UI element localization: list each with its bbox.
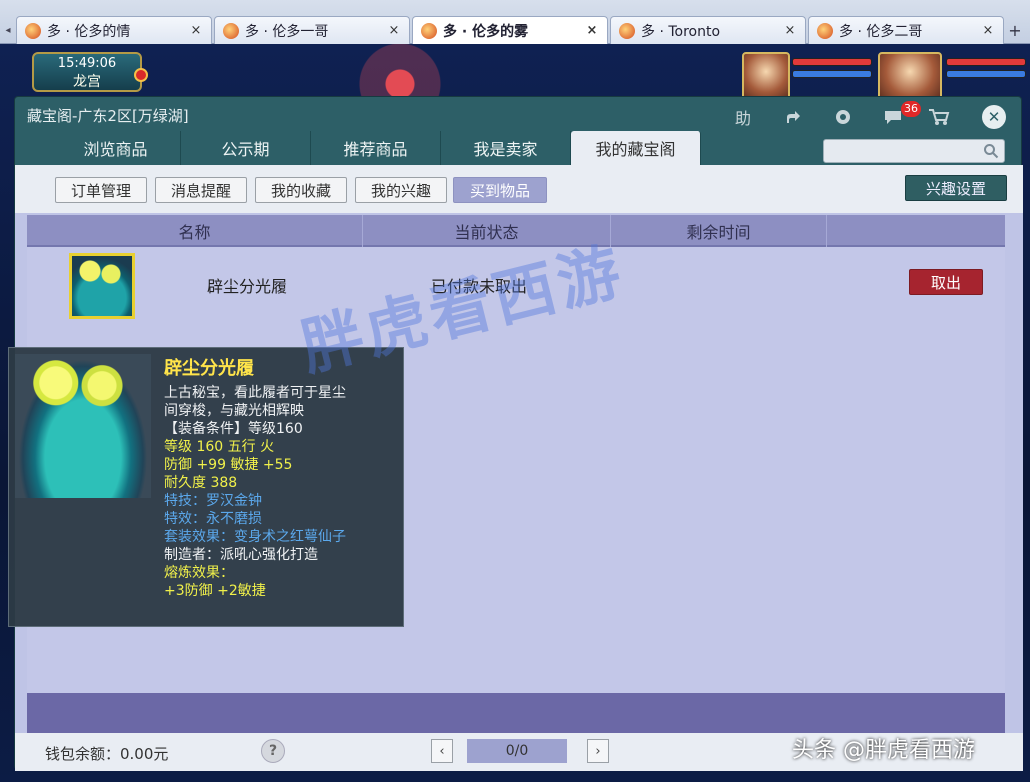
shopping-cart-icon[interactable] <box>927 105 951 129</box>
tooltip-desc-line: 上古秘宝，看此履者可于星尘 <box>164 385 346 401</box>
browser-tab-label: 多 · 伦多的雾 <box>443 23 529 40</box>
next-page-button[interactable]: › <box>587 739 609 763</box>
tooltip-desc-line: 间穿梭，与藏光相辉映 <box>164 403 304 419</box>
browser-tab-label: 多 · 伦多一哥 <box>245 23 329 40</box>
tooltip-durability: 耐久度 388 <box>164 475 238 491</box>
browser-tab-strip: ◂ 多 · 伦多的情 × 多 · 伦多一哥 × 多 · 伦多的雾 × 多 · T… <box>0 0 1030 44</box>
tooltip-defense-agility: 防御 +99 敏捷 +55 <box>164 457 293 473</box>
my-favorites-button[interactable]: 我的收藏 <box>255 177 347 203</box>
tooltip-requirement: 【装备条件】等级160 <box>164 421 303 437</box>
tab-close-icon[interactable]: × <box>981 23 995 38</box>
browser-tab-4[interactable]: 多 · Toronto × <box>610 16 806 44</box>
window-titlebar[interactable]: 藏宝阁-广东2区[万绿湖] 助 36 ✕ <box>15 97 1023 133</box>
table-header: 名称 当前状态 剩余时间 <box>27 215 1005 247</box>
tab-close-icon[interactable]: × <box>783 23 797 38</box>
map-flag-icon[interactable] <box>134 68 148 82</box>
player-hp-bar <box>946 58 1026 66</box>
game-avatar-icon <box>25 22 41 39</box>
clock-time: 15:49:06 <box>57 56 117 71</box>
player-mp-bar <box>946 70 1026 78</box>
browser-tab-3[interactable]: 多 · 伦多的雾 × <box>412 16 608 44</box>
tab-close-icon[interactable]: × <box>189 23 203 38</box>
search-input[interactable] <box>823 139 1005 163</box>
help-button[interactable]: 助 <box>731 105 755 129</box>
game-avatar-icon <box>421 22 437 39</box>
browser-tab-label: 多 · 伦多二哥 <box>839 23 923 40</box>
browser-tabs: ◂ 多 · 伦多的情 × 多 · 伦多一哥 × 多 · 伦多的雾 × 多 · T… <box>0 16 1024 44</box>
browser-tab-label: 多 · Toronto <box>641 23 721 40</box>
message-alerts-button[interactable]: 消息提醒 <box>155 177 247 203</box>
player-portrait[interactable] <box>878 52 942 100</box>
my-interests-button[interactable]: 我的兴趣 <box>355 177 447 203</box>
share-arrow-icon[interactable] <box>781 105 805 129</box>
prev-page-button[interactable]: ‹ <box>431 739 453 763</box>
tab-i-am-seller[interactable]: 我是卖家 <box>441 131 571 165</box>
tooltip-maker: 制造者：派吼心强化打造 <box>164 547 318 563</box>
search-icon[interactable] <box>981 141 1001 161</box>
source-credit: 头条 @胖虎看西游 <box>792 738 975 763</box>
window-close-button[interactable]: ✕ <box>982 105 1006 129</box>
game-avatar-icon <box>817 22 833 39</box>
item-name: 辟尘分光履 <box>207 277 288 296</box>
list-footer-band <box>27 693 1005 733</box>
game-clock: 15:49:06 龙宫 <box>32 52 142 92</box>
tooltip-special-effect: 特效：永不磨损 <box>164 511 262 527</box>
interest-settings-button[interactable]: 兴趣设置 <box>905 175 1007 201</box>
table-row[interactable]: 辟尘分光履 已付款未取出 取出 <box>27 249 1005 321</box>
tooltip-smelt-value: +3防御 +2敏捷 <box>164 583 266 599</box>
column-header-name[interactable]: 名称 <box>27 215 363 247</box>
order-management-button[interactable]: 订单管理 <box>55 177 147 203</box>
tab-close-icon[interactable]: × <box>585 23 599 38</box>
window-title: 藏宝阁-广东2区[万绿湖] <box>27 107 189 125</box>
game-avatar-icon <box>619 22 635 39</box>
pet-portrait[interactable] <box>742 52 790 100</box>
page-indicator: 0/0 <box>467 739 567 763</box>
tab-public-period[interactable]: 公示期 <box>181 131 311 165</box>
item-tooltip: 辟尘分光履 上古秘宝，看此履者可于星尘 间穿梭，与藏光相辉映 【装备条件】等级1… <box>8 347 404 627</box>
tab-my-pavilion[interactable]: 我的藏宝阁 <box>571 131 701 165</box>
tooltip-item-name: 辟尘分光履 <box>164 358 254 379</box>
wallet-balance: 钱包余额：0.00元 <box>45 745 169 763</box>
browser-tab-1[interactable]: 多 · 伦多的情 × <box>16 16 212 44</box>
message-count-badge: 36 <box>901 101 921 117</box>
column-header-status[interactable]: 当前状态 <box>363 215 611 247</box>
pet-mp-bar <box>792 70 872 78</box>
item-status: 已付款未取出 <box>431 277 528 296</box>
purchased-items-button[interactable]: 买到物品 <box>453 177 547 203</box>
location-name: 龙宫 <box>73 74 101 90</box>
pet-hp-bar <box>792 58 872 66</box>
tab-close-icon[interactable]: × <box>387 23 401 38</box>
item-thumbnail-boots[interactable] <box>69 253 135 319</box>
tooltip-special-skill: 特技：罗汉金钟 <box>164 493 262 509</box>
browser-tab-5[interactable]: 多 · 伦多二哥 × <box>808 16 1004 44</box>
sub-tab-bar: 订单管理 消息提醒 我的收藏 我的兴趣 买到物品 兴趣设置 <box>15 165 1023 213</box>
main-nav-tabs: 浏览商品 公示期 推荐商品 我是卖家 我的藏宝阁 <box>51 131 701 165</box>
browser-tab-label: 多 · 伦多的情 <box>47 23 131 40</box>
question-mark-icon[interactable]: ? <box>261 739 285 763</box>
tooltip-level-element: 等级 160 五行 火 <box>164 439 275 455</box>
tabs-scroll-left-icon[interactable]: ◂ <box>0 16 16 44</box>
column-header-remaining[interactable]: 剩余时间 <box>611 215 827 247</box>
take-out-button[interactable]: 取出 <box>909 269 983 295</box>
browser-tab-2[interactable]: 多 · 伦多一哥 × <box>214 16 410 44</box>
new-tab-icon[interactable]: + <box>1006 16 1024 44</box>
item-boots-image <box>15 354 151 498</box>
tab-browse-products[interactable]: 浏览商品 <box>51 131 181 165</box>
gear-icon[interactable] <box>831 105 855 129</box>
game-avatar-icon <box>223 22 239 39</box>
tab-recommended[interactable]: 推荐商品 <box>311 131 441 165</box>
tooltip-smelt-label: 熔炼效果： <box>164 565 234 581</box>
tooltip-set-effect: 套装效果：变身术之红萼仙子 <box>164 529 346 545</box>
